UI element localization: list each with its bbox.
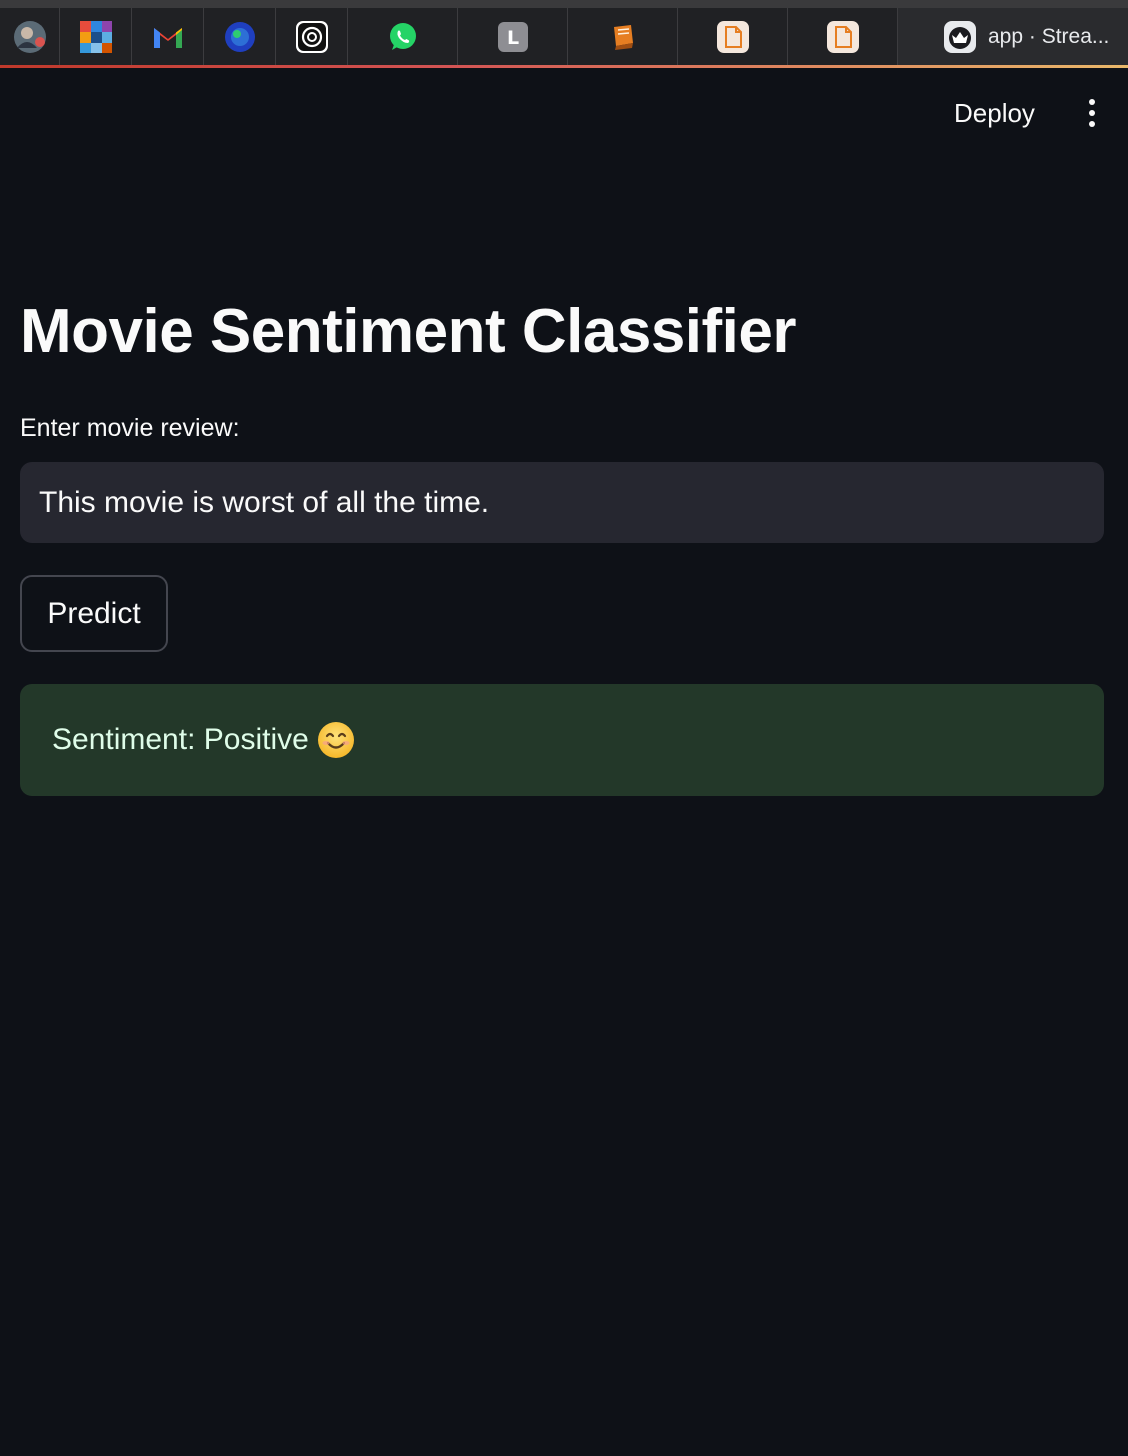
pinned-tab-l[interactable]: L <box>458 8 568 65</box>
pinned-tab-gmail[interactable] <box>132 8 204 65</box>
document-icon <box>716 20 750 54</box>
sentiment-result-text: Sentiment: Positive <box>52 723 309 756</box>
page-title: Movie Sentiment Classifier <box>20 297 797 366</box>
review-input[interactable] <box>20 462 1104 543</box>
active-tab-title: app · Strea... <box>988 24 1110 48</box>
pinned-tab-orb[interactable] <box>204 8 276 65</box>
colorful-grid-icon <box>79 20 113 54</box>
pinned-tab-profile[interactable] <box>0 8 60 65</box>
svg-text:L: L <box>506 27 518 49</box>
letter-l-icon: L <box>496 20 530 54</box>
tab-strip-accent-line <box>0 65 1128 68</box>
predict-button[interactable]: Predict <box>20 575 168 652</box>
gmail-icon <box>151 20 185 54</box>
pinned-tab-whatsapp[interactable] <box>348 8 458 65</box>
profile-avatar-icon <box>13 20 47 54</box>
sentiment-result-alert: Sentiment: Positive <box>20 684 1104 796</box>
pinned-tab-document-2[interactable] <box>788 8 898 65</box>
whatsapp-icon <box>386 20 420 54</box>
pinned-tab-chatgpt[interactable] <box>276 8 348 65</box>
pinned-tab-book[interactable] <box>568 8 678 65</box>
streamlit-crown-icon <box>943 20 977 59</box>
kebab-menu-icon[interactable] <box>1080 96 1104 130</box>
smiling-face-icon <box>317 721 355 759</box>
orange-book-icon <box>606 20 640 54</box>
pinned-tab-document-1[interactable] <box>678 8 788 65</box>
pinned-tab-grid[interactable] <box>60 8 132 65</box>
blue-orb-icon <box>223 20 257 54</box>
document-icon <box>826 20 860 54</box>
review-input-label: Enter movie review: <box>20 414 240 442</box>
browser-tab-strip: L app · Strea... <box>0 0 1128 68</box>
chatgpt-icon <box>295 20 329 54</box>
active-tab[interactable]: app · Strea... <box>898 8 1128 65</box>
deploy-button[interactable]: Deploy <box>940 92 1049 134</box>
